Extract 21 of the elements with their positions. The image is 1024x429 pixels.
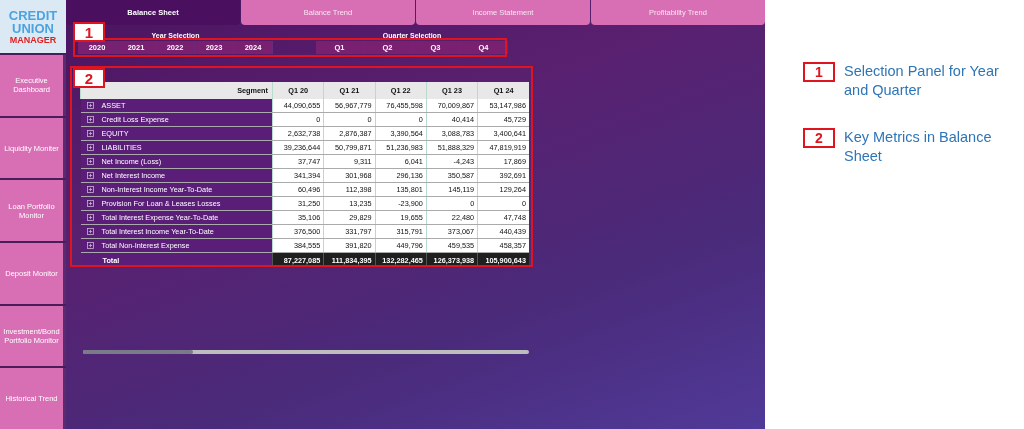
- horizontal-scrollbar[interactable]: [83, 350, 529, 354]
- expand-icon[interactable]: [86, 213, 94, 221]
- annotation-text: Key Metrics in Balance Sheet: [844, 128, 993, 166]
- expand-icon[interactable]: [86, 227, 94, 235]
- expand-icon[interactable]: [86, 129, 94, 137]
- expand-icon[interactable]: [86, 115, 94, 123]
- expand-icon[interactable]: [86, 171, 94, 179]
- logo-text: CREDIT: [8, 8, 58, 22]
- callout-number: 1: [73, 22, 105, 42]
- annotation-number: 2: [803, 128, 835, 148]
- callout-number: 2: [73, 68, 105, 88]
- expand-icon[interactable]: [86, 101, 94, 109]
- expand-icon[interactable]: [86, 157, 94, 165]
- annotation-text: Selection Panel for Year and Quarter: [844, 62, 1000, 100]
- annotation-number: 1: [803, 62, 835, 82]
- logo-text: UNION: [12, 21, 54, 35]
- expand-icon[interactable]: [86, 143, 94, 151]
- expand-icon[interactable]: [86, 185, 94, 193]
- expand-icon[interactable]: [86, 199, 94, 207]
- logo-text: MANAGER: [9, 35, 57, 45]
- expand-icon[interactable]: [86, 241, 94, 249]
